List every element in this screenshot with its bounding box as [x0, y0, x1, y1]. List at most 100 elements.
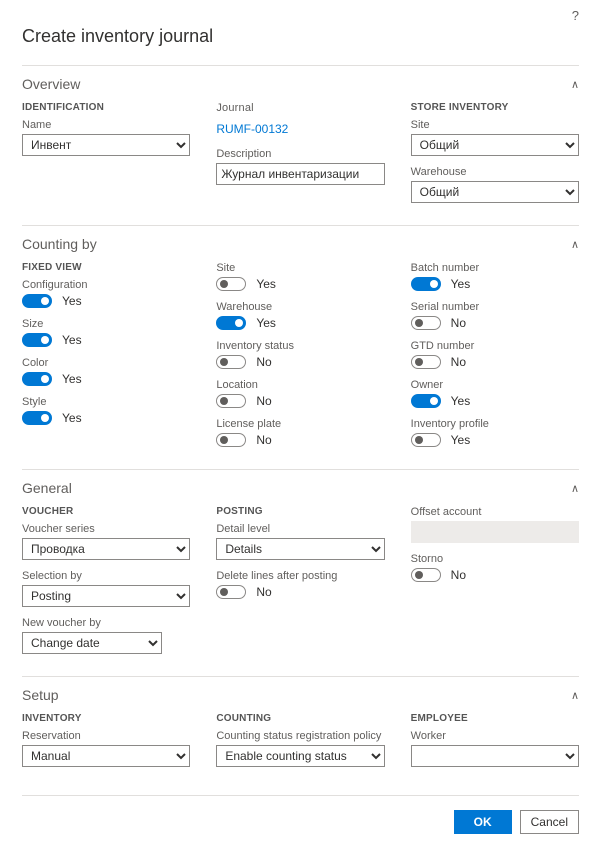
journal-heading: Journal	[216, 102, 384, 114]
warehouse-label: Warehouse	[216, 301, 384, 313]
chevron-up-icon: ∧	[571, 78, 579, 91]
configuration-toggle[interactable]	[22, 294, 52, 308]
selection-by-select[interactable]: Posting	[22, 585, 190, 607]
inventoryProfile-label: Inventory profile	[411, 418, 579, 430]
gtdNumber-label: GTD number	[411, 340, 579, 352]
storno-label: Storno	[411, 553, 579, 565]
batchNumber-label: Batch number	[411, 262, 579, 274]
ok-button[interactable]: OK	[454, 810, 512, 834]
detail-level-select[interactable]: Details	[216, 538, 384, 560]
detail-level-label: Detail level	[216, 523, 384, 535]
delete-lines-value: No	[256, 585, 271, 599]
size-value: Yes	[62, 333, 82, 347]
site-toggle[interactable]	[216, 277, 246, 291]
section-general-header[interactable]: General ∧	[22, 480, 579, 496]
batchNumber-value: Yes	[451, 277, 471, 291]
gtdNumber-toggle[interactable]	[411, 355, 441, 369]
help-icon[interactable]: ?	[572, 8, 579, 23]
group-store-inventory-heading: STORE INVENTORY	[411, 102, 579, 113]
footer: OK Cancel	[22, 795, 579, 834]
serialNumber-value: No	[451, 316, 466, 330]
inventoryProfile-value: Yes	[451, 433, 471, 447]
cancel-button[interactable]: Cancel	[520, 810, 579, 834]
warehouse-value: Yes	[256, 316, 276, 330]
chevron-up-icon: ∧	[571, 482, 579, 495]
section-overview-header[interactable]: Overview ∧	[22, 76, 579, 92]
description-input[interactable]	[216, 163, 384, 185]
site-label: Site	[216, 262, 384, 274]
configuration-label: Configuration	[22, 279, 190, 291]
counting-policy-label: Counting status registration policy	[216, 730, 384, 742]
section-overview-title: Overview	[22, 76, 80, 92]
new-voucher-by-label: New voucher by	[22, 617, 190, 629]
style-toggle[interactable]	[22, 411, 52, 425]
owner-label: Owner	[411, 379, 579, 391]
location-value: No	[256, 394, 271, 408]
fixed-view-heading: FIXED VIEW	[22, 262, 190, 273]
owner-value: Yes	[451, 394, 471, 408]
counting-policy-select[interactable]: Enable counting status regist...	[216, 745, 384, 767]
section-setup-header[interactable]: Setup ∧	[22, 687, 579, 703]
storno-toggle[interactable]	[411, 568, 441, 582]
inventoryStatus-label: Inventory status	[216, 340, 384, 352]
chevron-up-icon: ∧	[571, 689, 579, 702]
style-value: Yes	[62, 411, 82, 425]
serialNumber-label: Serial number	[411, 301, 579, 313]
owner-toggle[interactable]	[411, 394, 441, 408]
site-select[interactable]: Общий	[411, 134, 579, 156]
inventoryStatus-toggle[interactable]	[216, 355, 246, 369]
offset-account-input	[411, 521, 579, 543]
licensePlate-toggle[interactable]	[216, 433, 246, 447]
size-toggle[interactable]	[22, 333, 52, 347]
location-label: Location	[216, 379, 384, 391]
section-setup: Setup ∧ INVENTORY Reservation Manual COU…	[22, 676, 579, 789]
site-label: Site	[411, 119, 579, 131]
delete-lines-toggle[interactable]	[216, 585, 246, 599]
site-value: Yes	[256, 277, 276, 291]
section-counting-by-title: Counting by	[22, 236, 97, 252]
inventory-heading: INVENTORY	[22, 713, 190, 724]
name-select[interactable]: Инвент	[22, 134, 190, 156]
journal-id-link[interactable]: RUMF-00132	[216, 120, 288, 138]
color-value: Yes	[62, 372, 82, 386]
selection-by-label: Selection by	[22, 570, 190, 582]
description-label: Description	[216, 148, 384, 160]
section-counting-by: Counting by ∧ FIXED VIEW Configuration Ye…	[22, 225, 579, 469]
reservation-label: Reservation	[22, 730, 190, 742]
voucher-series-select[interactable]: Проводка	[22, 538, 190, 560]
licensePlate-label: License plate	[216, 418, 384, 430]
reservation-select[interactable]: Manual	[22, 745, 190, 767]
licensePlate-value: No	[256, 433, 271, 447]
inventoryStatus-value: No	[256, 355, 271, 369]
gtdNumber-value: No	[451, 355, 466, 369]
chevron-up-icon: ∧	[571, 238, 579, 251]
warehouse-select[interactable]: Общий	[411, 181, 579, 203]
color-toggle[interactable]	[22, 372, 52, 386]
size-label: Size	[22, 318, 190, 330]
inventoryProfile-toggle[interactable]	[411, 433, 441, 447]
warehouse-toggle[interactable]	[216, 316, 246, 330]
counting-heading: COUNTING	[216, 713, 384, 724]
serialNumber-toggle[interactable]	[411, 316, 441, 330]
configuration-value: Yes	[62, 294, 82, 308]
offset-account-label: Offset account	[411, 506, 579, 518]
new-voucher-by-select[interactable]: Change date	[22, 632, 162, 654]
voucher-series-label: Voucher series	[22, 523, 190, 535]
section-general-title: General	[22, 480, 72, 496]
location-toggle[interactable]	[216, 394, 246, 408]
section-general: General ∧ VOUCHER Voucher series Проводк…	[22, 469, 579, 676]
page-title: Create inventory journal	[22, 26, 579, 47]
section-setup-title: Setup	[22, 687, 59, 703]
voucher-heading: VOUCHER	[22, 506, 190, 517]
group-identification-heading: IDENTIFICATION	[22, 102, 190, 113]
section-counting-by-header[interactable]: Counting by ∧	[22, 236, 579, 252]
employee-heading: EMPLOYEE	[411, 713, 579, 724]
style-label: Style	[22, 396, 190, 408]
storno-value: No	[451, 568, 466, 582]
name-label: Name	[22, 119, 190, 131]
worker-label: Worker	[411, 730, 579, 742]
batchNumber-toggle[interactable]	[411, 277, 441, 291]
warehouse-label: Warehouse	[411, 166, 579, 178]
worker-select[interactable]	[411, 745, 579, 767]
section-overview: Overview ∧ IDENTIFICATION Name Инвент Jo…	[22, 65, 579, 225]
